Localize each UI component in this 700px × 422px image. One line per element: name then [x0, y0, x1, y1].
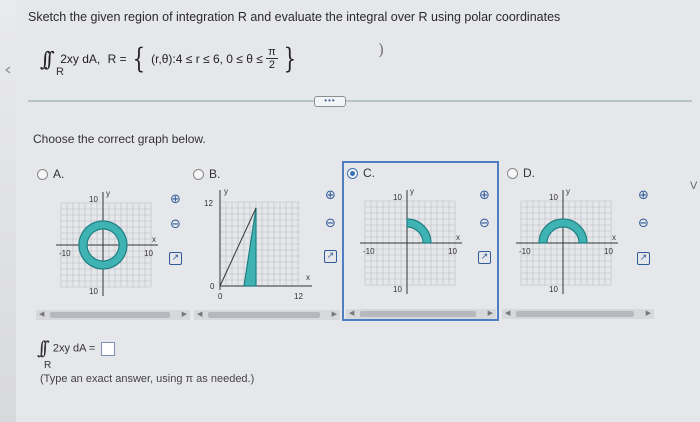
option-a-zoom-in-icon[interactable]: ⊕	[168, 192, 183, 207]
option-a-radio[interactable]	[37, 169, 48, 180]
tick-top: 10	[549, 193, 558, 202]
option-b-label: B.	[209, 167, 221, 181]
tick-left: -10	[59, 249, 71, 258]
tick-bottom: 10	[89, 287, 98, 296]
tick-left-zero: 0	[210, 282, 215, 291]
option-b-popout-icon[interactable]: ↗	[324, 250, 337, 263]
region-conditions: (r,θ):4 ≤ r ≤ 6, 0 ≤ θ ≤	[151, 51, 263, 66]
answer-input[interactable]	[101, 341, 116, 356]
question-prompt: Sketch the given region of integration R…	[28, 10, 561, 24]
left-edge-strip	[0, 0, 16, 422]
fraction-denominator: 2	[268, 59, 276, 71]
tick-right: 10	[448, 247, 457, 256]
scroll-left-icon[interactable]: ◀	[349, 309, 354, 319]
option-d-graph[interactable]: y x 10 10 -10 10	[516, 186, 626, 296]
tick-top: 10	[89, 195, 98, 204]
option-b-radio[interactable]	[193, 169, 204, 180]
left-brace: {	[132, 42, 146, 75]
y-axis-label: y	[224, 187, 228, 196]
x-axis-label: x	[306, 273, 310, 282]
option-d-radio[interactable]	[507, 168, 518, 179]
more-button[interactable]: •••	[314, 96, 346, 107]
answer-row: ∫∫ 2xy dA =	[37, 338, 116, 359]
option-d-zoom-in-icon[interactable]: ⊕	[636, 188, 651, 203]
instruction-text: Choose the correct graph below.	[33, 132, 206, 146]
tick-right: 10	[144, 249, 153, 258]
option-d-popout-icon[interactable]: ↗	[637, 252, 650, 265]
scroll-thumb[interactable]	[50, 312, 170, 318]
answer-expression: 2xy dA =	[52, 342, 96, 355]
option-c-label: C.	[363, 166, 375, 180]
option-a-label: A.	[53, 167, 65, 181]
integrand: 2xy dA,	[60, 51, 101, 66]
x-axis-label: x	[152, 235, 156, 244]
double-integral-sign: ∫∫	[40, 46, 55, 71]
pen-mark: )	[378, 40, 385, 59]
integral-region-subscript: R	[56, 66, 64, 78]
tick-top: 10	[393, 193, 402, 202]
scroll-left-icon[interactable]: ◀	[197, 310, 202, 320]
option-b-scrollbar[interactable]: ◀ ▶	[194, 310, 340, 320]
tick-bottom: 10	[393, 285, 402, 294]
option-b-zoom-in-icon[interactable]: ⊕	[323, 188, 338, 203]
option-c-popout-icon[interactable]: ↗	[478, 251, 491, 264]
tick-top: 12	[204, 199, 213, 208]
option-a-scrollbar[interactable]: ◀ ▶	[36, 310, 190, 320]
option-a-popout-icon[interactable]: ↗	[169, 252, 182, 265]
scroll-right-icon[interactable]: ▶	[488, 309, 493, 319]
fraction-numerator: π	[266, 46, 278, 59]
option-d-zoom-out-icon[interactable]: ⊖	[636, 216, 651, 231]
scroll-left-icon[interactable]: ◀	[39, 310, 44, 320]
tick-right: 10	[604, 247, 613, 256]
answer-hint: (Type an exact answer, using π as needed…	[40, 373, 255, 385]
option-c-zoom-in-icon[interactable]: ⊕	[477, 188, 492, 203]
double-integral-sign: ∫∫	[37, 338, 50, 359]
edge-character: V	[690, 180, 698, 192]
tick-left: -10	[519, 247, 531, 256]
option-b-zoom-out-icon[interactable]: ⊖	[323, 216, 338, 231]
region-label: R =	[107, 51, 127, 66]
scroll-thumb[interactable]	[360, 311, 476, 317]
scroll-thumb[interactable]	[516, 311, 634, 317]
x-axis-label: x	[612, 233, 616, 242]
section-divider	[28, 100, 692, 102]
option-c-scrollbar[interactable]: ◀ ▶	[346, 309, 496, 319]
tick-right: 12	[294, 292, 303, 301]
answer-region-subscript: R	[44, 360, 52, 371]
y-axis-label: y	[410, 187, 414, 196]
collapse-arrow-icon[interactable]	[4, 66, 12, 74]
option-a-graph[interactable]: y x 10 10 -10 10	[56, 188, 166, 298]
tick-left: -10	[363, 247, 375, 256]
scroll-right-icon[interactable]: ▶	[646, 309, 651, 319]
scroll-left-icon[interactable]: ◀	[505, 309, 510, 319]
option-d-scrollbar[interactable]: ◀ ▶	[502, 309, 654, 319]
option-b-graph[interactable]: y x 12 0 0 12	[196, 186, 321, 306]
integral-formula: ∫∫ 2xy dA, R = { (r,θ):4 ≤ r ≤ 6, 0 ≤ θ …	[40, 42, 299, 75]
scroll-right-icon[interactable]: ▶	[182, 310, 187, 320]
right-brace: }	[283, 42, 297, 75]
option-c-radio[interactable]	[347, 168, 358, 179]
x-axis-label: x	[456, 233, 460, 242]
y-axis-label: y	[106, 189, 110, 198]
option-c-zoom-out-icon[interactable]: ⊖	[477, 216, 492, 231]
scroll-right-icon[interactable]: ▶	[332, 310, 337, 320]
option-c-graph[interactable]: y x 10 10 -10 10	[360, 186, 470, 296]
tick-origin: 0	[218, 292, 223, 301]
option-a-zoom-out-icon[interactable]: ⊖	[168, 217, 183, 232]
option-d-label: D.	[523, 166, 535, 180]
grid	[219, 201, 300, 287]
tick-bottom: 10	[549, 285, 558, 294]
scroll-thumb[interactable]	[208, 312, 320, 318]
theta-upper-fraction: π 2	[266, 46, 278, 71]
y-axis-label: y	[566, 187, 570, 196]
